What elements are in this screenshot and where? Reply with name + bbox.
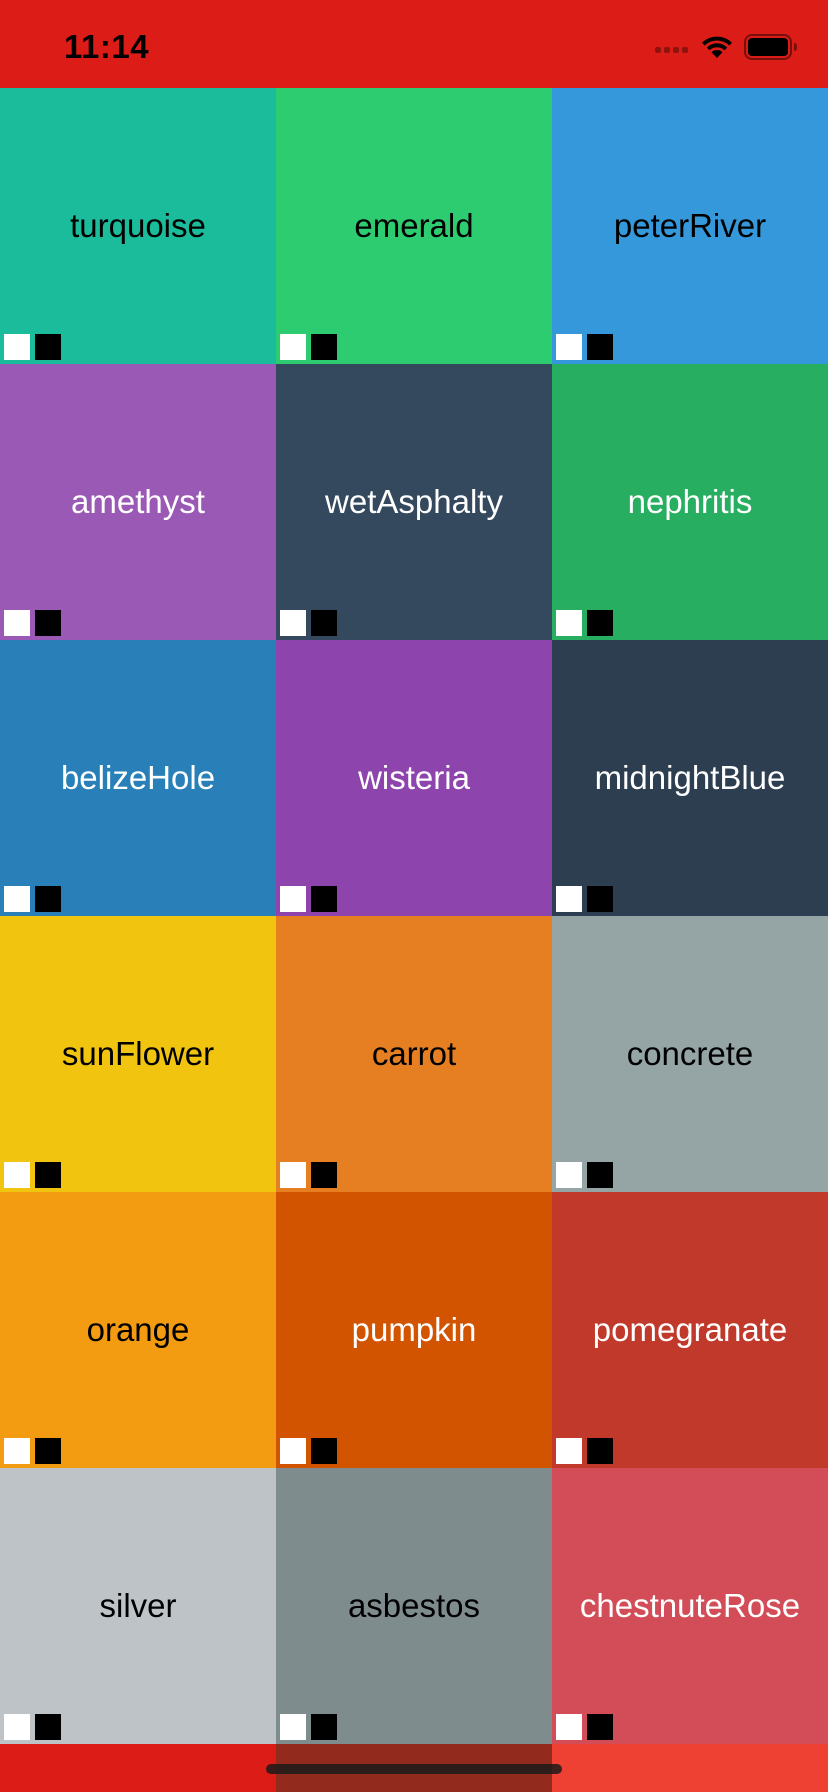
status-time: 11:14 [64, 28, 150, 65]
color-tile-chestnuteRose[interactable]: chestnuteRose [552, 1468, 828, 1744]
color-tile-turquoise[interactable]: turquoise [0, 88, 276, 364]
battery-icon [744, 34, 798, 65]
color-tile-pumpkin[interactable]: pumpkin [276, 1192, 552, 1468]
color-tile-label: wetAsphalty [325, 483, 503, 520]
color-tile-label: midnightBlue [594, 759, 786, 796]
color-tile-label: amethyst [71, 483, 205, 520]
black-swatch[interactable] [311, 1438, 337, 1464]
white-swatch[interactable] [280, 1162, 306, 1188]
black-swatch[interactable] [35, 1714, 61, 1740]
black-swatch[interactable] [587, 334, 613, 360]
color-tile-asbestos[interactable]: asbestos [276, 1468, 552, 1744]
white-swatch[interactable] [4, 610, 30, 636]
color-tile-label: silver [99, 1587, 177, 1624]
white-swatch[interactable] [280, 1438, 306, 1464]
color-tile-label: orange [86, 1311, 190, 1348]
color-tile-carrot[interactable]: carrot [276, 916, 552, 1192]
color-tile-sunFlower[interactable]: sunFlower [0, 916, 276, 1192]
color-tile-peterRiver[interactable]: peterRiver [552, 88, 828, 364]
black-swatch[interactable] [587, 610, 613, 636]
color-tile-label: chestnuteRose [579, 1587, 801, 1624]
white-swatch[interactable] [556, 334, 582, 360]
color-tile-nephritis[interactable]: nephritis [552, 364, 828, 640]
black-swatch[interactable] [587, 886, 613, 912]
black-swatch[interactable] [311, 610, 337, 636]
wifi-icon [700, 34, 734, 65]
color-tile-silver[interactable]: silver [0, 1468, 276, 1744]
color-tile-emerald[interactable]: emerald [276, 88, 552, 364]
color-tile-label: concrete [626, 1035, 754, 1072]
color-tile-amethyst[interactable]: amethyst [0, 364, 276, 640]
color-tile-label: turquoise [70, 207, 206, 244]
home-indicator[interactable] [266, 1764, 562, 1774]
color-tile-pomegranate[interactable]: pomegranate [552, 1192, 828, 1468]
status-bar: 11:14 [0, 0, 828, 88]
black-swatch[interactable] [587, 1714, 613, 1740]
white-swatch[interactable] [4, 886, 30, 912]
white-swatch[interactable] [4, 1162, 30, 1188]
status-icons [655, 34, 798, 65]
black-swatch[interactable] [35, 334, 61, 360]
black-swatch[interactable] [587, 1438, 613, 1464]
black-swatch[interactable] [35, 1162, 61, 1188]
black-swatch[interactable] [587, 1162, 613, 1188]
white-swatch[interactable] [556, 1162, 582, 1188]
color-tile-label: nephritis [627, 483, 753, 520]
color-tile-orange[interactable]: orange [0, 1192, 276, 1468]
color-tile-label: wisteria [358, 759, 470, 796]
white-swatch[interactable] [556, 610, 582, 636]
black-swatch[interactable] [35, 1438, 61, 1464]
white-swatch[interactable] [4, 334, 30, 360]
color-tile-label: peterRiver [613, 207, 767, 244]
white-swatch[interactable] [556, 886, 582, 912]
white-swatch[interactable] [556, 1438, 582, 1464]
bottom-bar-segment [552, 1744, 828, 1792]
black-swatch[interactable] [311, 886, 337, 912]
color-tile-label: asbestos [347, 1587, 481, 1624]
color-tile-midnightBlue[interactable]: midnightBlue [552, 640, 828, 916]
white-swatch[interactable] [4, 1438, 30, 1464]
color-tile-label: sunFlower [61, 1035, 215, 1072]
white-swatch[interactable] [280, 886, 306, 912]
white-swatch[interactable] [280, 1714, 306, 1740]
color-tile-wetAsphalty[interactable]: wetAsphalty [276, 364, 552, 640]
signal-dots-icon [655, 46, 688, 53]
color-tile-label: belizeHole [60, 759, 216, 796]
white-swatch[interactable] [280, 334, 306, 360]
black-swatch[interactable] [35, 610, 61, 636]
color-tile-label: carrot [371, 1035, 457, 1072]
color-tile-label: pumpkin [351, 1311, 477, 1348]
bottom-bar-segment [0, 1744, 276, 1792]
white-swatch[interactable] [556, 1714, 582, 1740]
color-tile-label: pomegranate [592, 1311, 788, 1348]
white-swatch[interactable] [4, 1714, 30, 1740]
color-tile-belizeHole[interactable]: belizeHole [0, 640, 276, 916]
black-swatch[interactable] [311, 1714, 337, 1740]
black-swatch[interactable] [311, 1162, 337, 1188]
white-swatch[interactable] [280, 610, 306, 636]
color-tile-wisteria[interactable]: wisteria [276, 640, 552, 916]
color-tile-concrete[interactable]: concrete [552, 916, 828, 1192]
color-grid: turquoise emerald peterRiver amethyst wetAsp… [0, 88, 828, 1744]
black-swatch[interactable] [311, 334, 337, 360]
black-swatch[interactable] [35, 886, 61, 912]
color-tile-label: emerald [354, 207, 474, 244]
